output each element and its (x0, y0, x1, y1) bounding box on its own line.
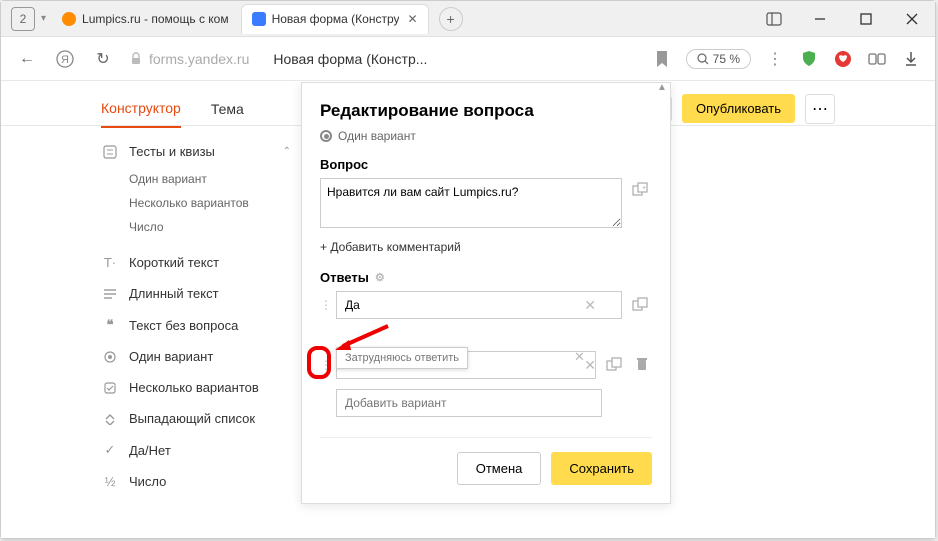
tests-icon (101, 145, 119, 159)
sidebar-item-label: Текст без вопроса (129, 318, 238, 333)
browser-tab-active[interactable]: Новая форма (Констру ✕ (241, 4, 429, 34)
sidebar-item-label: Число (129, 474, 166, 489)
translate-icon[interactable] (602, 353, 626, 377)
url-host: forms.yandex.ru (149, 51, 249, 67)
zoom-icon (697, 53, 709, 65)
sidebar-item-short-text[interactable]: T· Короткий текст (101, 247, 291, 278)
cancel-button[interactable]: Отмена (457, 452, 542, 485)
zoom-value: 75 % (713, 52, 740, 66)
add-comment-link[interactable]: + Добавить комментарий (320, 240, 461, 254)
tab-label: Lumpics.ru - помощь с ком (82, 12, 229, 26)
question-section-label: Вопрос (320, 157, 652, 172)
translate-icon[interactable] (628, 293, 652, 317)
dropdown-icon (101, 413, 119, 425)
number-icon: ½ (101, 474, 119, 489)
sidebar-item-label: Да/Нет (129, 443, 171, 458)
sidebar-item-multi-choice[interactable]: Несколько вариантов (101, 372, 291, 403)
browser-tab[interactable]: Lumpics.ru - помощь с ком (52, 4, 239, 34)
tab-history-icon[interactable]: ▾ (41, 13, 46, 24)
favicon-icon (252, 12, 266, 26)
tooltip-close-icon[interactable]: ✕ (574, 349, 585, 365)
url-display[interactable]: forms.yandex.ru (129, 51, 249, 67)
svg-text:Я: Я (61, 54, 69, 66)
scrollbar-up-icon[interactable]: ▲ (657, 82, 667, 93)
tab-constructor[interactable]: Конструктор (101, 90, 181, 128)
answers-section-label: Ответы ⚙ (320, 270, 652, 285)
sidebar-group-tests[interactable]: Тесты и квизы ⌃ (101, 136, 291, 167)
translate-icon[interactable]: + (628, 178, 652, 202)
page-title: Новая форма (Констр... (273, 51, 637, 67)
yandex-home-icon[interactable]: Я (53, 47, 77, 71)
tab-theme[interactable]: Тема (211, 91, 244, 127)
modal-footer: Отмена Сохранить (320, 437, 652, 485)
favicon-icon (62, 12, 76, 26)
quote-icon: ❝ (101, 317, 119, 333)
answer-row-add (320, 389, 652, 417)
question-textarea[interactable]: Нравится ли вам сайт Lumpics.ru? (320, 178, 622, 228)
zoom-indicator[interactable]: 75 % (686, 49, 751, 69)
drag-handle-icon[interactable]: ⋮⋮ (320, 358, 330, 372)
sidebar-group-label: Тесты и квизы (129, 144, 215, 159)
lock-icon (129, 52, 143, 66)
sidebar-item-text-no-question[interactable]: ❝ Текст без вопроса (101, 309, 291, 341)
window-titlebar: 2 ▾ Lumpics.ru - помощь с ком Новая форм… (1, 1, 935, 37)
sidebar-item-label: Один вариант (129, 349, 213, 364)
answer-row: ⋮⋮ ✕ (320, 291, 652, 319)
gear-icon[interactable]: ⚙ (375, 271, 385, 284)
sidebar-item-label: Длинный текст (129, 286, 219, 301)
sidebar-item-label: Короткий текст (129, 255, 219, 270)
chevron-up-icon: ⌃ (283, 146, 291, 157)
sidebar-item-yes-no[interactable]: ✓ Да/Нет (101, 434, 291, 466)
bookmark-icon[interactable] (652, 49, 672, 69)
question-type-label: Один вариант (338, 129, 416, 143)
save-button[interactable]: Сохранить (551, 452, 652, 485)
sidebar-item-single-choice[interactable]: Один вариант (101, 341, 291, 372)
radio-icon (101, 351, 119, 363)
address-bar: ← Я ↻ forms.yandex.ru Новая форма (Конст… (1, 37, 935, 81)
back-button[interactable]: ← (15, 47, 39, 71)
sidebar-item-long-text[interactable]: Длинный текст (101, 278, 291, 309)
sidebar-sub-item[interactable]: Несколько вариантов (101, 191, 291, 215)
sidebar-item-label: Несколько вариантов (129, 380, 259, 395)
sidebar-sub-item[interactable]: Один вариант (101, 167, 291, 191)
reload-button[interactable]: ↻ (91, 47, 115, 71)
publish-button[interactable]: Опубликовать (682, 94, 795, 123)
add-answer-input[interactable] (336, 389, 602, 417)
question-type-indicator: Один вариант (320, 129, 652, 143)
clear-icon[interactable]: ✕ (584, 297, 596, 314)
page-content: Конструктор Тема отр Опубликовать ⋯ Тест… (1, 82, 935, 538)
maximize-button[interactable] (843, 1, 889, 37)
adblock-icon[interactable] (833, 49, 853, 69)
sidebar-toggle-icon[interactable] (751, 1, 797, 37)
sidebar-sub-item[interactable]: Число (101, 215, 291, 239)
sidebar-item-label: Выпадающий список (129, 411, 255, 426)
shield-icon[interactable] (799, 49, 819, 69)
tab-label: Новая форма (Констру (272, 12, 400, 26)
sidebar-item-number[interactable]: ½ Число (101, 466, 291, 497)
extensions-icon[interactable] (867, 49, 887, 69)
close-window-button[interactable] (889, 1, 935, 37)
download-icon[interactable] (901, 49, 921, 69)
minimize-button[interactable] (797, 1, 843, 37)
checkbox-icon (101, 382, 119, 394)
tab-counter[interactable]: 2 (11, 7, 35, 31)
short-text-icon: T· (101, 255, 119, 270)
check-icon: ✓ (101, 442, 119, 458)
answer-input[interactable] (336, 291, 622, 319)
question-types-sidebar: Тесты и квизы ⌃ Один вариант Несколько в… (101, 136, 291, 497)
radio-dot-icon (320, 130, 332, 142)
long-text-icon (101, 288, 119, 300)
sidebar-item-dropdown[interactable]: Выпадающий список (101, 403, 291, 434)
close-icon[interactable]: ✕ (407, 12, 417, 26)
drag-handle-icon[interactable]: ⋮⋮ (320, 298, 330, 312)
svg-text:+: + (642, 185, 646, 192)
tooltip: Затрудняюсь ответить (336, 347, 468, 369)
delete-icon[interactable] (632, 353, 652, 377)
modal-title: Редактирование вопроса (320, 101, 652, 121)
menu-dots-icon[interactable]: ⋮ (765, 49, 785, 69)
clear-icon[interactable]: ✕ (584, 357, 596, 374)
more-button[interactable]: ⋯ (805, 94, 835, 124)
edit-question-modal: Редактирование вопроса Один вариант Вопр… (301, 82, 671, 504)
new-tab-button[interactable]: + (439, 7, 463, 31)
